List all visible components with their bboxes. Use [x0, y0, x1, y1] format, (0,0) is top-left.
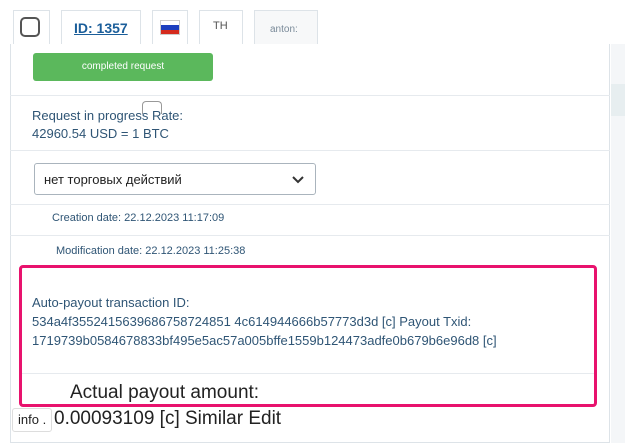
payout-tx-line2: 1719739b0584678833bf495e5ac57a005bffe155…	[32, 333, 497, 348]
chevron-down-icon	[292, 176, 304, 184]
rate-value-text: 42960.54 USD = 1 BTC	[32, 126, 169, 141]
trade-action-select[interactable]: нет торговых действий	[34, 163, 316, 195]
rate-status-text: Request in progress Rate:	[32, 108, 184, 123]
trade-action-value: нет торговых действий	[44, 172, 182, 187]
russia-flag-icon	[160, 20, 180, 35]
creation-date: Creation date: 22.12.2023 11:17:09	[52, 212, 225, 224]
modification-date: Modification date: 22.12.2023 11:25:38	[56, 245, 246, 257]
divider	[10, 204, 610, 205]
info-badge[interactable]: info .	[12, 408, 53, 432]
language-code: TH	[213, 20, 228, 32]
request-id-link[interactable]: ID: 1357	[74, 20, 128, 36]
payout-amount-text: 0.00093109 [c] Similar Edit	[54, 408, 282, 429]
tab-bar: ID: 1357 TH anton:	[0, 0, 625, 46]
completed-request-button[interactable]: completed request	[33, 53, 213, 81]
divider	[10, 150, 610, 151]
divider	[10, 95, 610, 96]
select-checkbox[interactable]	[20, 17, 40, 37]
user-name: anton:	[270, 24, 298, 35]
payout-tx-line1: 534a4f3552415639686758724851 4c614944666…	[32, 314, 472, 329]
divider	[10, 235, 610, 236]
actual-payout-label: Actual payout amount:	[70, 382, 260, 403]
auto-payout-label: Auto-payout transaction ID:	[32, 295, 190, 310]
side-column	[611, 44, 625, 443]
divider	[22, 373, 594, 374]
